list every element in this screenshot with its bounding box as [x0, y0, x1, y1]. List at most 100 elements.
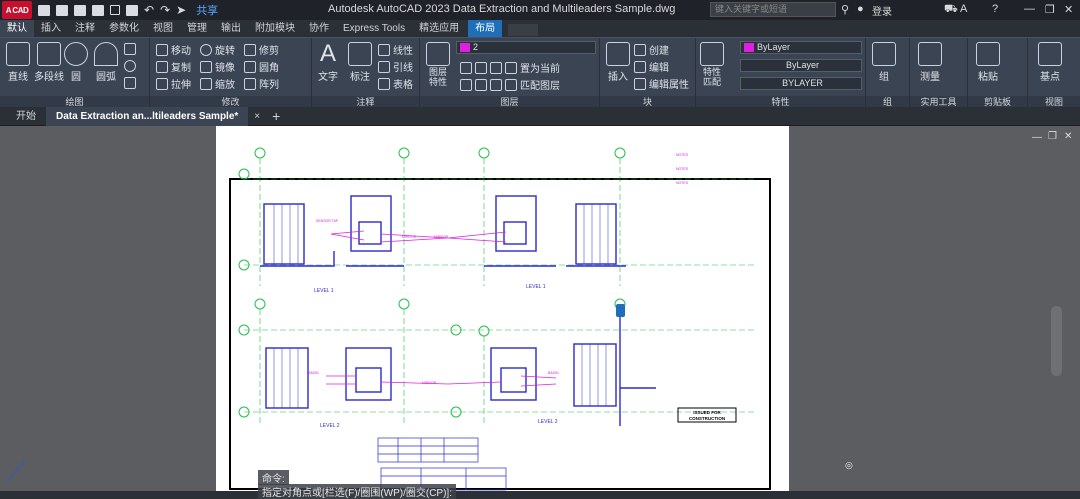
paste-icon[interactable]	[976, 42, 1000, 66]
layer-properties-button[interactable]: 图层 特性	[429, 67, 447, 87]
tab-11[interactable]: 布局	[468, 20, 503, 37]
tab-4[interactable]: 视图	[146, 20, 180, 37]
maximize-icon[interactable]: ❐	[1045, 3, 1055, 16]
linear-button[interactable]: 线性	[393, 42, 413, 57]
tab-10[interactable]: 精选应用	[412, 20, 466, 37]
help-icon[interactable]: ?	[992, 3, 998, 15]
tab-6[interactable]: 输出	[214, 20, 248, 37]
tab-start[interactable]: 开始	[6, 107, 46, 126]
edit-attributes-button[interactable]: 编辑属性	[649, 76, 689, 91]
cart-icon[interactable]: ⛟	[944, 3, 958, 17]
more-draw-icon[interactable]	[124, 77, 136, 89]
edit-block-button[interactable]: 编辑	[649, 59, 669, 74]
layer-tool-icon[interactable]	[505, 78, 517, 91]
trim-button[interactable]: 修剪	[259, 42, 279, 57]
print-icon[interactable]	[126, 4, 138, 16]
viewport-close-icon[interactable]: ✕	[1064, 131, 1072, 142]
tab-0[interactable]: 默认	[0, 20, 34, 37]
line-icon[interactable]	[6, 42, 30, 66]
tab-current-document[interactable]: Data Extraction an...ltileaders Sample*	[46, 106, 249, 126]
match-properties-button[interactable]: 特性 匹配	[703, 67, 721, 87]
fillet-button[interactable]: 圆角	[259, 59, 279, 74]
linetype-dropdown[interactable]: ByLayer	[740, 59, 862, 72]
close-tab-icon[interactable]: ×	[248, 107, 266, 126]
tab-3[interactable]: 参数化	[102, 20, 146, 37]
make-current-button[interactable]: 置为当前	[520, 60, 560, 75]
insert-button[interactable]: 插入	[608, 68, 628, 83]
dimension-button[interactable]: 标注	[350, 68, 370, 83]
navigation-bar[interactable]	[1051, 306, 1062, 376]
layer-dropdown[interactable]: 2	[456, 41, 596, 54]
login-button[interactable]: 登录	[872, 3, 892, 18]
text-icon[interactable]: A	[320, 42, 336, 66]
table-button[interactable]: 表格	[393, 76, 413, 91]
copy-button[interactable]: 复制	[171, 59, 191, 74]
paste-button[interactable]: 粘贴	[978, 68, 998, 83]
hatch-icon[interactable]	[124, 60, 136, 72]
rectangle-icon[interactable]	[124, 43, 136, 55]
viewport-minimize-icon[interactable]: —	[1032, 132, 1042, 143]
layer-tool-icon[interactable]	[475, 61, 487, 74]
arc-icon[interactable]	[94, 42, 118, 66]
search-icon[interactable]: ⚲	[841, 3, 849, 16]
leader-button[interactable]: 引线	[393, 59, 413, 74]
base-view-button[interactable]: 基点	[1040, 68, 1060, 83]
mirror-button[interactable]: 镜像	[215, 59, 235, 74]
lineweight-dropdown[interactable]: BYLAYER	[740, 77, 862, 90]
measure-icon[interactable]	[918, 42, 942, 66]
layer-tool-icon[interactable]	[460, 78, 472, 91]
create-block-button[interactable]: 创建	[649, 42, 669, 57]
layer-properties-icon[interactable]	[426, 42, 450, 66]
dimension-icon[interactable]	[348, 42, 372, 66]
publish-icon[interactable]	[110, 5, 120, 15]
redo-icon[interactable]: ↷	[160, 4, 170, 16]
undo-icon[interactable]: ↶	[144, 4, 154, 16]
rotate-button[interactable]: 旋转	[215, 42, 235, 57]
tab-1[interactable]: 插入	[34, 20, 68, 37]
save-icon[interactable]	[74, 4, 86, 16]
stretch-button[interactable]: 拉伸	[171, 76, 191, 91]
tab-8[interactable]: 协作	[302, 20, 336, 37]
autodesk-app-icon[interactable]: A	[960, 3, 967, 15]
measure-button[interactable]: 测量	[920, 68, 940, 83]
user-icon[interactable]: ●	[857, 3, 864, 15]
array-button[interactable]: 阵列	[259, 76, 279, 91]
viewport-restore-icon[interactable]: ❐	[1048, 131, 1057, 142]
tab-7[interactable]: 附加模块	[248, 20, 302, 37]
layer-tool-icon[interactable]	[475, 78, 487, 91]
close-icon[interactable]: ✕	[1064, 3, 1073, 16]
base-view-icon[interactable]	[1038, 42, 1062, 66]
share-button[interactable]: 共享	[196, 2, 218, 18]
minimize-icon[interactable]: —	[1024, 3, 1035, 15]
new-tab-icon[interactable]: +	[266, 107, 286, 126]
match-layer-button[interactable]: 匹配图层	[520, 77, 560, 92]
tab-2[interactable]: 注释	[68, 20, 102, 37]
search-input[interactable]: 键入关键字或短语	[710, 2, 836, 17]
layer-tool-icon[interactable]	[490, 78, 502, 91]
tab-9[interactable]: Express Tools	[336, 20, 412, 37]
layer-tool-icon[interactable]	[460, 61, 472, 74]
line-button[interactable]: 直线	[8, 68, 28, 83]
polyline-icon[interactable]	[37, 42, 61, 66]
arc-button[interactable]: 圆弧	[96, 68, 116, 83]
polyline-button[interactable]: 多段线	[34, 68, 64, 83]
layer-tool-icon[interactable]	[505, 61, 517, 74]
save-as-icon[interactable]	[92, 4, 104, 16]
circle-button[interactable]: 圆	[71, 68, 81, 83]
layer-tool-icon[interactable]	[490, 61, 502, 74]
new-file-icon[interactable]	[38, 4, 50, 16]
group-button[interactable]: 组	[879, 68, 889, 83]
open-folder-icon[interactable]	[56, 4, 68, 16]
paper-sheet[interactable]: SENSOR TAP MIRROR MIRROR BASIN MIRROR BA…	[216, 126, 789, 491]
workspace-dropdown[interactable]	[508, 23, 539, 36]
match-properties-icon[interactable]	[700, 42, 724, 66]
color-dropdown[interactable]: ByLayer	[740, 41, 862, 54]
circle-icon[interactable]	[64, 42, 88, 66]
drawing-canvas[interactable]: SENSOR TAP MIRROR MIRROR BASIN MIRROR BA…	[0, 126, 1080, 499]
tab-5[interactable]: 管理	[180, 20, 214, 37]
insert-icon[interactable]	[606, 42, 630, 66]
scale-button[interactable]: 缩放	[215, 76, 235, 91]
move-button[interactable]: 移动	[171, 42, 191, 57]
group-icon[interactable]	[872, 42, 896, 66]
text-button[interactable]: 文字	[318, 68, 338, 83]
